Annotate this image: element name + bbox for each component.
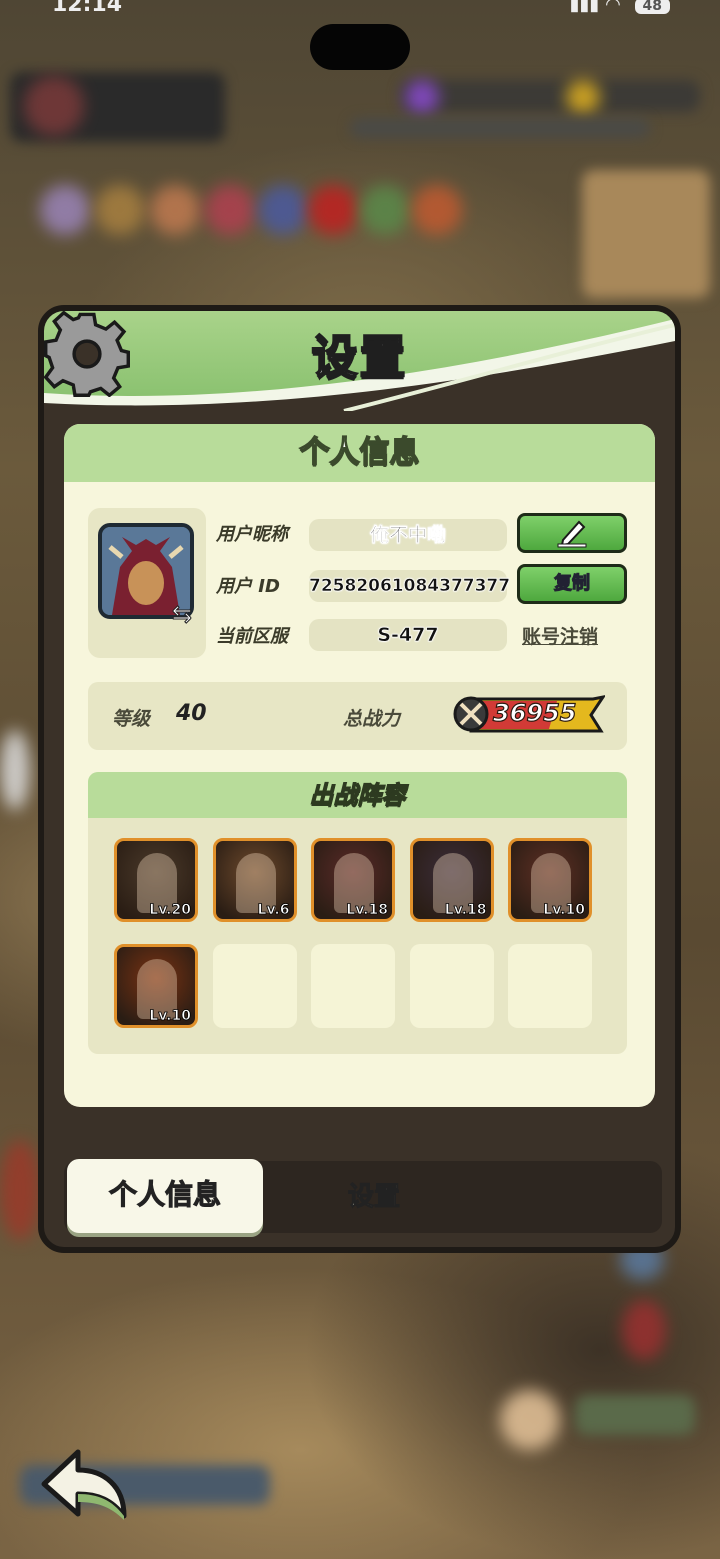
wifi-icon: ◠ [605,0,621,15]
panel-header: 设置 [44,311,675,411]
server-field: S-477 [309,619,507,651]
tab-personal-info[interactable]: 个人信息 [67,1159,263,1233]
empty-hero-slot[interactable] [409,944,494,1028]
swords-icon [459,702,483,726]
hero-level: Lv.6 [257,902,290,919]
user-id-field: 72582061084377377 [309,570,511,602]
hero-slot-hero-dark-sage[interactable]: Lv.20 [114,838,198,922]
status-icons: ▮▮▮ ◠ 48 [570,0,670,15]
tab-settings[interactable]: 设置 [304,1161,444,1233]
clock: 12:14 [52,0,123,17]
settings-panel: 设置 个人信息 ⇆ 用户昵称 俺不中嘞 用户 ID 72582061084377… [38,305,681,1253]
hero-slot-hero-minotaur[interactable]: Lv.18 [311,838,395,922]
stats-box: 等级 40 总战力 36955 [88,682,627,750]
empty-hero-slot[interactable] [311,944,395,1028]
hero-level: Lv.10 [149,1008,192,1025]
signal-icon: ▮▮▮ [569,0,600,15]
empty-hero-slot[interactable] [212,944,297,1028]
server-value: S-477 [377,624,439,647]
hero-slot-hero-fire-demon[interactable]: Lv.10 [114,944,198,1028]
back-arrow-icon[interactable] [38,1446,130,1522]
server-label: 当前区服 [216,626,288,647]
level-value: 40 [176,701,207,726]
camera-cutout [310,24,410,70]
cancel-account-link[interactable]: 账号注销 [522,622,598,649]
nickname-field: 俺不中嘞 [309,519,507,551]
empty-hero-slot[interactable] [508,944,592,1028]
hero-slot-hero-bard[interactable]: Lv.6 [212,838,297,922]
edit-nickname-button[interactable] [517,513,627,553]
level-label: 等级 [112,708,151,730]
hero-slot-hero-red-hair[interactable]: Lv.10 [508,838,592,922]
power-badge: 36955 [453,695,605,733]
nickname-value: 俺不中嘞 [369,524,447,547]
personal-info-card: 个人信息 ⇆ 用户昵称 俺不中嘞 用户 ID 72582061084377377… [64,424,655,1107]
user-id-value: 72582061084377377 [309,576,511,597]
avatar-box: ⇆ [88,508,206,658]
nickname-label: 用户昵称 [216,524,288,545]
hero-level: Lv.18 [346,902,389,919]
section-title: 个人信息 [64,424,655,482]
navigation-hint [0,1547,720,1559]
pencil-icon [557,520,587,548]
tab-bar: 个人信息 设置 [64,1159,662,1233]
copy-button[interactable]: 复制 [517,564,627,604]
team-box: 出战阵容 Lv.20 Lv.6 Lv.18 Lv.18 Lv.10 Lv.10 [88,772,627,1054]
hero-level: Lv.10 [543,902,586,919]
hero-slot-hero-witch[interactable]: Lv.18 [409,838,494,922]
power-label: 总战力 [343,708,401,730]
team-title: 出战阵容 [88,772,627,818]
user-id-label: 用户 ID [216,576,280,597]
battery-icon: 48 [634,0,670,14]
panel-title: 设置 [311,329,408,385]
hero-level: Lv.18 [444,902,487,919]
hero-level: Lv.20 [149,902,192,919]
power-value: 36955 [492,698,577,727]
swap-icon[interactable]: ⇆ [172,602,200,627]
status-bar: 12:14 ▮▮▮ ◠ 48 [0,0,720,20]
